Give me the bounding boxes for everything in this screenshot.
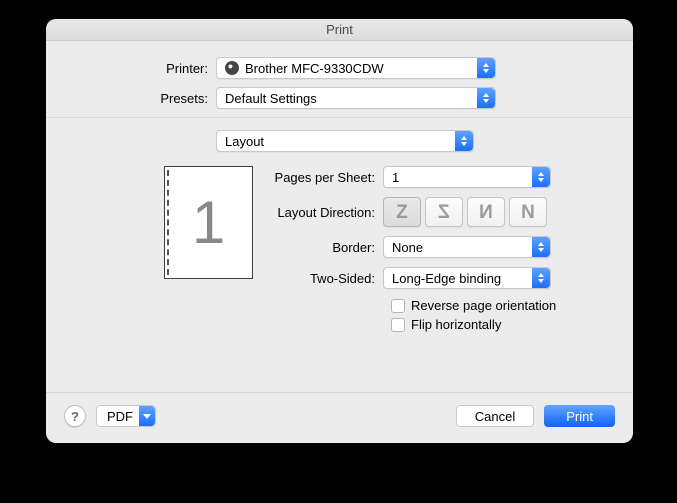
print-dialog: Print Printer: Brother MFC-9330CDW Prese… xyxy=(46,19,633,443)
n-icon: N xyxy=(521,203,535,222)
layout-direction-n[interactable]: N xyxy=(509,197,547,227)
section-value: Layout xyxy=(225,134,264,149)
layout-direction-z-mirror[interactable]: Z xyxy=(425,197,463,227)
two-sided-row: Two-Sided: Long-Edge binding xyxy=(271,267,611,289)
flip-horizontal-row: Flip horizontally xyxy=(391,317,611,332)
section-row: Layout xyxy=(68,130,611,152)
divider xyxy=(46,117,633,118)
flip-horizontal-checkbox[interactable] xyxy=(391,318,405,332)
help-button[interactable]: ? xyxy=(64,405,86,427)
cancel-button[interactable]: Cancel xyxy=(456,405,534,427)
chevron-updown-icon xyxy=(532,237,550,257)
presets-row: Presets: Default Settings xyxy=(68,87,611,109)
reverse-orientation-row: Reverse page orientation xyxy=(391,298,611,313)
layout-direction-z[interactable]: Z xyxy=(383,197,421,227)
border-value: None xyxy=(392,240,423,255)
layout-body: 1 Pages per Sheet: 1 Layout Direction: Z… xyxy=(68,166,611,336)
two-sided-label: Two-Sided: xyxy=(271,271,383,286)
z-mirror-icon: Z xyxy=(438,203,450,222)
n-mirror-icon: N xyxy=(479,203,493,222)
two-sided-select[interactable]: Long-Edge binding xyxy=(383,267,551,289)
section-select[interactable]: Layout xyxy=(216,130,474,152)
pdf-label: PDF xyxy=(107,409,133,424)
presets-select[interactable]: Default Settings xyxy=(216,87,496,109)
printer-row: Printer: Brother MFC-9330CDW xyxy=(68,57,611,79)
pages-per-sheet-select[interactable]: 1 xyxy=(383,166,551,188)
pdf-menu-button[interactable]: PDF xyxy=(96,405,156,427)
print-button[interactable]: Print xyxy=(544,405,615,427)
chevron-updown-icon xyxy=(532,167,550,187)
chevron-updown-icon xyxy=(477,58,495,78)
z-icon: Z xyxy=(396,203,408,222)
pages-per-sheet-value: 1 xyxy=(392,170,399,185)
reverse-orientation-checkbox[interactable] xyxy=(391,299,405,313)
presets-label: Presets: xyxy=(68,91,216,106)
chevron-updown-icon xyxy=(532,268,550,288)
layout-options: Pages per Sheet: 1 Layout Direction: Z Z… xyxy=(271,166,611,336)
printer-select[interactable]: Brother MFC-9330CDW xyxy=(216,57,496,79)
reverse-orientation-label: Reverse page orientation xyxy=(411,298,556,313)
layout-direction-n-mirror[interactable]: N xyxy=(467,197,505,227)
layout-direction-label: Layout Direction: xyxy=(271,205,383,220)
border-row: Border: None xyxy=(271,236,611,258)
chevron-updown-icon xyxy=(455,131,473,151)
pages-per-sheet-label: Pages per Sheet: xyxy=(271,170,383,185)
layout-direction-row: Layout Direction: Z Z N N xyxy=(271,197,611,227)
dialog-footer: ? PDF Cancel Print xyxy=(46,392,633,443)
two-sided-value: Long-Edge binding xyxy=(392,271,501,286)
flip-horizontal-label: Flip horizontally xyxy=(411,317,501,332)
dialog-content: Printer: Brother MFC-9330CDW Presets: De… xyxy=(46,41,633,336)
printer-value: Brother MFC-9330CDW xyxy=(245,61,384,76)
border-select[interactable]: None xyxy=(383,236,551,258)
preview-page-number: 1 xyxy=(192,188,225,257)
layout-direction-group: Z Z N N xyxy=(383,197,547,227)
window-title: Print xyxy=(46,19,633,41)
printer-status-icon xyxy=(225,61,239,75)
page-preview: 1 xyxy=(164,166,253,279)
chevron-updown-icon xyxy=(477,88,495,108)
printer-label: Printer: xyxy=(68,61,216,76)
presets-value: Default Settings xyxy=(225,91,317,106)
border-label: Border: xyxy=(271,240,383,255)
pages-per-sheet-row: Pages per Sheet: 1 xyxy=(271,166,611,188)
chevron-down-icon xyxy=(139,406,155,426)
